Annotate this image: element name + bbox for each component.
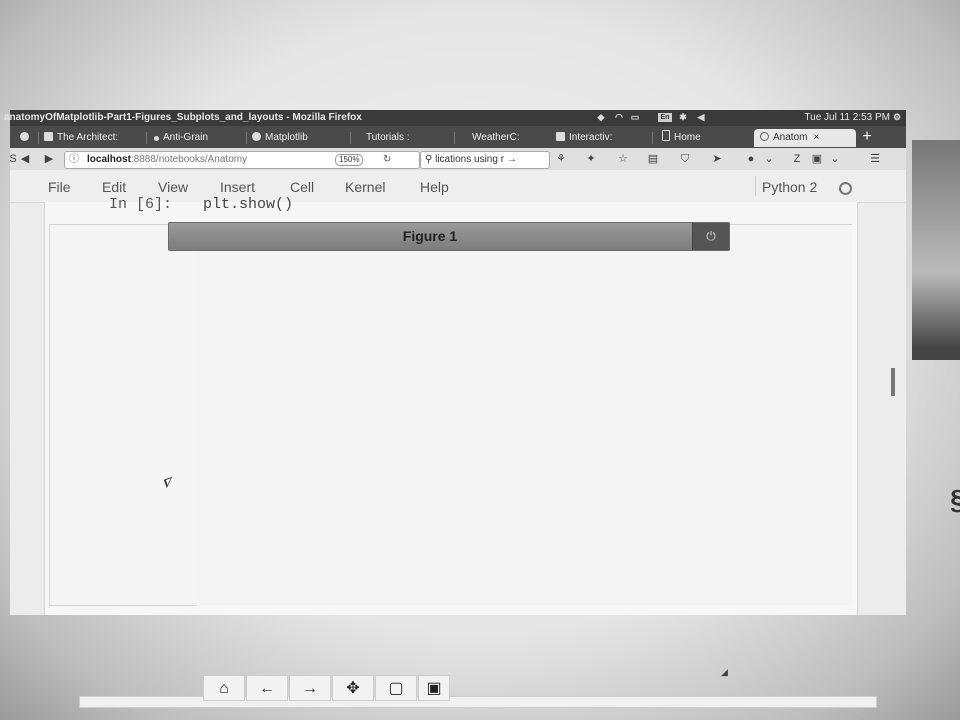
- forward-icon[interactable]: ▶: [42, 151, 56, 167]
- next-cell[interactable]: [79, 696, 877, 708]
- menu-view[interactable]: View: [158, 179, 188, 195]
- tab-divider: [350, 132, 351, 144]
- window-title: anatomyOfMatplotlib-Part1-Figures_Subplo…: [4, 112, 362, 123]
- tab-strip: The Architect: Anti-Grain Matplotlib Tut…: [10, 126, 906, 148]
- reload-icon[interactable]: ↻: [383, 152, 391, 168]
- forward-arrow-icon[interactable]: →: [289, 675, 331, 701]
- puzzle-icon[interactable]: ✦: [584, 151, 598, 167]
- search-text: lications using r: [435, 154, 505, 165]
- chevron-down-icon[interactable]: ⌄: [762, 151, 776, 167]
- url-path: :8888/notebooks/Anatomy: [130, 154, 248, 165]
- search-icon: ⚲: [425, 154, 433, 165]
- tab-anatomy-active[interactable]: Anatom ×: [754, 129, 856, 147]
- code-cell[interactable]: In [6]: plt.show(): [45, 196, 855, 224]
- tab-interactive[interactable]: Interactiv:: [556, 129, 650, 147]
- navigation-bar: S ◀ ▶ ⓘ localhost:8888/notebooks/Anatomy…: [9, 148, 906, 171]
- menu-kernel[interactable]: Kernel: [345, 179, 385, 195]
- input-prompt: In [6]:: [109, 196, 173, 213]
- secondary-window-edge: [912, 140, 960, 360]
- tab-home[interactable]: Home: [662, 129, 750, 147]
- keyboard-icon[interactable]: ▭: [630, 112, 640, 122]
- tab-divider: [38, 132, 39, 144]
- title-bar: anatomyOfMatplotlib-Part1-Figures_Subplo…: [4, 110, 906, 126]
- settings-gear-icon[interactable]: ⚙: [892, 112, 902, 122]
- tab-label: Home: [674, 132, 701, 143]
- bookmark-star-icon[interactable]: ☆: [616, 151, 630, 167]
- tab-label: Anti-Grain: [163, 132, 209, 143]
- site-info-icon[interactable]: ⓘ: [69, 152, 79, 168]
- tab-favicon-icon: [556, 132, 565, 141]
- chevron-down-icon[interactable]: ⌄: [828, 151, 842, 167]
- url-host: localhost: [87, 154, 131, 165]
- pan-icon[interactable]: ✥: [332, 675, 374, 701]
- tab-favicon-icon: [252, 132, 261, 141]
- tab-the-architect[interactable]: The Architect:: [44, 129, 150, 147]
- home-icon[interactable]: ⌂: [203, 675, 245, 701]
- zoom-rect-icon[interactable]: ▢: [375, 675, 417, 701]
- tab-weather[interactable]: WeatherC:: [472, 129, 554, 147]
- code-input[interactable]: plt.show(): [203, 196, 293, 213]
- battery-icon[interactable]: En: [658, 113, 672, 122]
- partial-glyph-icon: §: [950, 484, 960, 516]
- menu-file[interactable]: File: [48, 179, 71, 195]
- hamburger-menu-icon[interactable]: ☰: [868, 151, 882, 167]
- figure-title: Figure 1: [402, 228, 458, 244]
- tab-matplotlib[interactable]: Matplotlib: [252, 129, 348, 147]
- firefox-window: anatomyOfMatplotlib-Part1-Figures_Subplo…: [4, 110, 906, 708]
- tab-divider: [652, 132, 653, 144]
- tab-label: Anatom: [773, 132, 808, 143]
- close-tab-icon[interactable]: ×: [813, 132, 819, 143]
- url-bar[interactable]: ⓘ localhost:8888/notebooks/Anatomy 150% …: [64, 151, 420, 169]
- tab-favicon-icon: [760, 132, 769, 141]
- scrollbar-thumb[interactable]: [891, 368, 895, 396]
- tab-favicon-icon: [662, 130, 670, 141]
- tab-label: The Architect:: [57, 132, 119, 143]
- search-field[interactable]: ⚲ lications using r →: [420, 151, 550, 169]
- clipboard-icon[interactable]: ▤: [646, 151, 660, 167]
- figure-header: Figure 1 ⏻: [168, 222, 730, 251]
- dropbox-icon[interactable]: ◆: [596, 112, 606, 122]
- menu-edit[interactable]: Edit: [102, 179, 126, 195]
- new-tab-button[interactable]: +: [860, 128, 874, 146]
- tab-favicon-icon: [154, 136, 159, 141]
- search-go-icon[interactable]: →: [507, 154, 517, 165]
- back-arrow-icon[interactable]: ←: [246, 675, 288, 701]
- zoom-indicator[interactable]: 150%: [335, 154, 364, 166]
- tab-tutorials[interactable]: Tutorials :: [366, 129, 450, 147]
- wifi-icon[interactable]: ◠: [614, 112, 624, 122]
- volume-icon[interactable]: ◀: [696, 112, 706, 122]
- save-icon[interactable]: ▣: [418, 675, 450, 701]
- back-icon[interactable]: ◀: [18, 151, 32, 167]
- pocket-icon[interactable]: ⚘: [554, 151, 568, 167]
- clock[interactable]: Tue Jul 11 2:53 PM: [804, 112, 890, 123]
- tab-anti-grain[interactable]: Anti-Grain: [154, 129, 244, 147]
- shield-icon[interactable]: ⛉: [678, 151, 692, 167]
- resize-handle-icon[interactable]: ◢: [721, 667, 728, 678]
- menu-help[interactable]: Help: [420, 179, 449, 195]
- tab-divider: [246, 132, 247, 144]
- tab-favicon-icon: [20, 132, 29, 141]
- tab-label: Tutorials :: [366, 132, 410, 143]
- tab-label: Interactiv:: [569, 132, 613, 143]
- extension-icon[interactable]: ●: [744, 151, 758, 167]
- tab-divider: [146, 132, 147, 144]
- zotero-icon[interactable]: Z: [790, 151, 804, 167]
- power-icon[interactable]: ⏻: [692, 223, 729, 250]
- tab-favicon-icon: [44, 132, 53, 141]
- send-icon[interactable]: ➤: [710, 151, 724, 167]
- tab-label: Matplotlib: [265, 132, 308, 143]
- menu-insert[interactable]: Insert: [220, 179, 255, 195]
- kernel-status-indicator: [839, 182, 852, 195]
- tab-label: WeatherC:: [472, 132, 520, 143]
- kernel-name[interactable]: Python 2: [762, 179, 817, 195]
- menu-divider: [755, 176, 756, 196]
- tab-overflow[interactable]: [20, 129, 46, 147]
- tab-divider: [454, 132, 455, 144]
- bluetooth-icon[interactable]: ✱: [678, 112, 688, 122]
- menu-cell[interactable]: Cell: [290, 179, 314, 195]
- figure-canvas[interactable]: [168, 250, 728, 562]
- url-text: localhost:8888/notebooks/Anatomy: [87, 152, 247, 168]
- container-icon[interactable]: ▣: [810, 151, 824, 167]
